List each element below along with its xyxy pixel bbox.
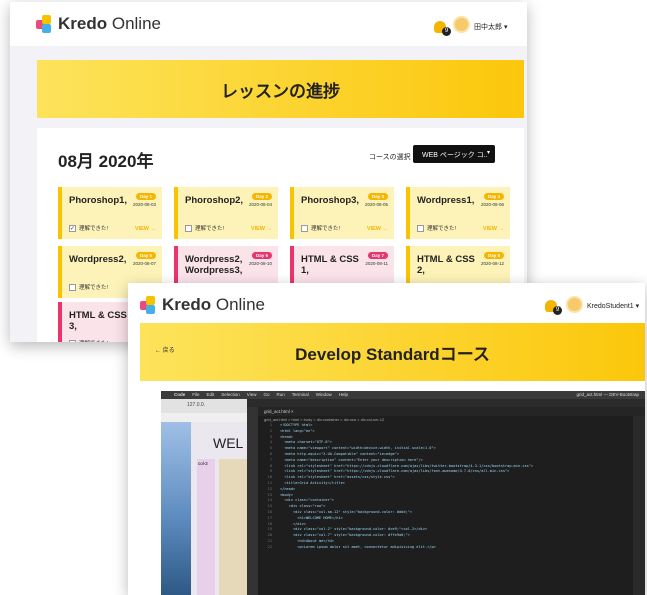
day-badge: Day 1 (135, 193, 156, 200)
understood-checkbox[interactable]: 理解できた! (301, 224, 340, 232)
url-bar[interactable]: 127.0.0. (161, 399, 247, 413)
kredo-mark-icon (140, 296, 158, 314)
day-badge: Day 4 (483, 193, 504, 200)
menu-item[interactable]: Window (316, 392, 332, 398)
checkbox-icon (185, 224, 192, 232)
brand-suffix: Online (211, 295, 265, 314)
lesson-title: Phoroshop1, (69, 195, 128, 206)
brand-name: Kredo (58, 14, 108, 33)
course-select[interactable]: WEB ページック コ.. (413, 145, 495, 163)
avatar[interactable] (566, 296, 583, 313)
bell-icon[interactable]: 9 (545, 300, 562, 315)
understood-checkbox[interactable]: ✓ 理解できた! (69, 224, 108, 232)
checkbox-icon (69, 339, 76, 342)
lesson-date: 2020-08-05 (364, 202, 388, 207)
view-link[interactable]: VIEW → (483, 226, 504, 232)
lesson-date: 2020-08-04 (248, 202, 272, 207)
lesson-title: Wordpress2, Wordpress3, (185, 254, 243, 276)
notification-count: 9 (442, 27, 451, 36)
col-2-box: col-2 (197, 459, 215, 595)
lesson-title: Phoroshop2, (185, 195, 244, 206)
menu-item[interactable]: Help (339, 392, 348, 398)
kredo-logo[interactable]: Kredo Online (36, 14, 161, 34)
day-badge: Day 3 (367, 193, 388, 200)
editor-breadcrumb: grid_act.html > html > body > div.contai… (264, 417, 385, 422)
col-7-box (219, 459, 247, 595)
menu-item[interactable]: Edit (207, 392, 215, 398)
mac-menubar: Code File Edit Selection View Go Run Terminal Wi… (161, 391, 645, 399)
lesson-card[interactable]: Phoroshop1, Day 1 2020-08-03 ✓ 理解できた! VIEW → (58, 187, 162, 239)
lesson-title: Phoroshop3, (301, 195, 360, 206)
lesson-date: 2020-08-06 (480, 202, 504, 207)
understood-checkbox[interactable]: 理解できた! (69, 339, 108, 342)
month-heading: 08月 2020年 (58, 152, 154, 171)
user-menu[interactable]: KredoStudent1 ▾ (587, 302, 639, 310)
lesson-date: 2020-08-12 (480, 261, 504, 266)
user-menu[interactable]: 田中太郎 ▾ (474, 22, 507, 32)
menu-item[interactable]: Go (263, 392, 269, 398)
notification-count: 9 (553, 306, 562, 315)
lesson-card[interactable]: Phoroshop3, Day 3 2020-08-05 理解できた! VIEW → (290, 187, 394, 239)
minimap (633, 416, 645, 595)
checkbox-icon (301, 224, 308, 232)
page-title: レッスンの進捗 (37, 60, 524, 118)
lesson-title: Wordpress1, (417, 195, 475, 206)
wallpaper-image (161, 422, 191, 595)
lesson-card[interactable]: Phoroshop2, Day 2 2020-08-04 理解できた! VIEW → (174, 187, 278, 239)
bookmarks-bar (161, 413, 247, 422)
course-window: Kredo Online 9 KredoStudent1 ▾ Develop S… (128, 283, 645, 595)
editor-tab[interactable]: grid_act.html × (258, 407, 645, 416)
day-badge: Day 5 (135, 252, 156, 259)
lesson-title: HTML & CSS 1, (301, 254, 359, 276)
day-badge: Day 8 (483, 252, 504, 259)
lesson-title: HTML & CSS 3, (69, 310, 127, 332)
understood-checkbox[interactable]: 理解できた! (185, 224, 224, 232)
lesson-card[interactable]: Wordpress1, Day 4 2020-08-06 理解できた! VIEW → (406, 187, 510, 239)
kredo-logo[interactable]: Kredo Online (140, 295, 265, 315)
course-title: Develop Standardコース (295, 344, 490, 364)
understood-checkbox[interactable]: 理解できた! (69, 283, 108, 291)
lesson-date: 2020-08-07 (132, 261, 156, 266)
header: Kredo Online 9 KredoStudent1 ▾ (128, 283, 645, 327)
code-editor[interactable]: 1 <!DOCTYPE html> 2 <html lang="en"> 3 <head>… (258, 423, 633, 595)
course-title-banner: Develop Standardコース (140, 323, 645, 381)
day-badge: Day 6 (251, 252, 272, 259)
menu-item[interactable]: Run (277, 392, 285, 398)
browser-preview: 127.0.0. WEL col-2 (161, 399, 247, 595)
welcome-heading: WEL (213, 435, 244, 451)
checkmark-icon: ✓ (69, 224, 76, 232)
lesson-title: HTML & CSS 2, (417, 254, 475, 276)
kredo-mark-icon (36, 15, 54, 33)
header: Kredo Online 9 田中太郎 ▾ (10, 2, 527, 46)
menu-item[interactable]: Selection (221, 392, 240, 398)
lesson-title: Wordpress2, (69, 254, 127, 265)
menu-item[interactable]: Code (174, 392, 185, 398)
code-line: 22 <p>Lorem ipsum dolor sit amet, consec… (267, 544, 436, 549)
view-link[interactable]: VIEW → (367, 226, 388, 232)
day-badge: Day 2 (251, 193, 272, 200)
brand-name: Kredo (162, 295, 212, 314)
menu-item[interactable]: File (192, 392, 199, 398)
avatar[interactable] (453, 16, 470, 33)
checkbox-icon (417, 224, 424, 232)
window-title: grid_act.html — DEV-Bootstrap (576, 392, 639, 397)
back-link[interactable]: ← 戻る (155, 345, 175, 354)
menu-item[interactable]: View (247, 392, 257, 398)
day-badge: Day 7 (367, 252, 388, 259)
menu-item[interactable]: Terminal (292, 392, 309, 398)
lesson-screenshot: Code File Edit Selection View Go Run Terminal Wi… (161, 391, 645, 595)
activity-bar (247, 407, 258, 595)
lesson-date: 2020-08-11 (365, 261, 388, 266)
lesson-date: 2020-08-03 (132, 202, 156, 207)
course-select-label: コースの選択 (369, 154, 411, 161)
view-link[interactable]: VIEW → (251, 226, 272, 232)
bell-icon[interactable]: 9 (434, 21, 451, 36)
checkbox-icon (69, 283, 76, 291)
lesson-date: 2020-08-10 (248, 261, 272, 266)
understood-checkbox[interactable]: 理解できた! (417, 224, 456, 232)
view-link[interactable]: VIEW → (135, 226, 156, 232)
brand-suffix: Online (107, 14, 161, 33)
